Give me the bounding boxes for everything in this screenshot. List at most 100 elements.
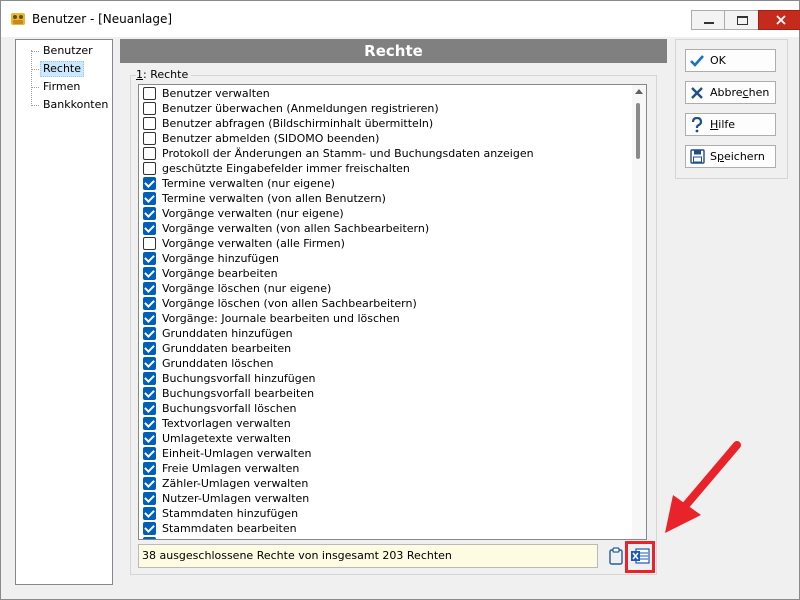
checkbox-checked[interactable] [143,402,156,415]
rights-checklist[interactable]: Benutzer verwalten Benutzer überwachen (A… [138,84,647,540]
tree-connector [31,51,39,52]
right-row[interactable]: Textvorlagen verwalten [139,416,633,431]
checkbox-checked[interactable] [143,192,156,205]
cancel-label-part: hen [748,86,770,99]
checkbox-checked[interactable] [143,492,156,505]
maximize-button[interactable] [724,10,760,30]
right-label: Einheit-Umlagen verwalten [162,447,312,460]
checkbox-checked[interactable] [143,357,156,370]
ok-button[interactable]: OK [685,49,776,72]
right-row[interactable]: Buchungsvorfall bearbeiten [139,386,633,401]
right-label: Vorgänge löschen (nur eigene) [162,282,332,295]
dialog-window: Benutzer - [Neuanlage] Benutzer Rechte F… [0,0,800,600]
right-label: Umlagetexte verwalten [162,432,291,445]
scroll-thumb[interactable] [636,103,640,159]
right-row[interactable]: Freie Umlagen verwalten [139,461,633,476]
checkbox-unchecked[interactable] [143,237,156,250]
right-label: Vorgänge verwalten (nur eigene) [162,207,344,220]
checkbox-checked[interactable] [143,432,156,445]
group-label-text: : Rechte [143,68,189,81]
right-label: Vorgänge hinzufügen [162,252,279,265]
right-row[interactable]: Nutzer-Umlagen verwalten [139,491,633,506]
right-label: Freie Umlagen verwalten [162,462,300,475]
checkbox-checked[interactable] [143,477,156,490]
right-row[interactable]: Stammdaten hinzufügen [139,506,633,521]
right-row[interactable]: Einheit-Umlagen verwalten [139,446,633,461]
right-label: Benutzer überwachen (Anmeldungen registr… [162,102,439,115]
right-row[interactable]: Termine verwalten (nur eigene) [139,176,633,191]
right-row[interactable]: Grunddaten hinzufügen [139,326,633,341]
right-row[interactable]: Buchungsvorfall hinzufügen [139,371,633,386]
right-label: Benutzer abmelden (SIDOMO beenden) [162,132,380,145]
close-button[interactable] [758,10,800,30]
checkbox-checked[interactable] [143,297,156,310]
right-row[interactable]: Vorgänge: Journale bearbeiten und lösche… [139,311,633,326]
checkbox-checked[interactable] [143,522,156,535]
checkbox-unchecked[interactable] [143,87,156,100]
save-button[interactable]: Speichern [685,145,776,168]
right-row[interactable]: Benutzer verwalten [139,86,633,101]
window-title: Benutzer - [Neuanlage] [32,12,173,26]
checkbox-checked[interactable] [143,252,156,265]
checkbox-unchecked[interactable] [143,102,156,115]
scroll-up-arrow-icon[interactable] [635,89,643,94]
right-row[interactable]: Stammdaten bearbeiten [139,521,633,536]
tree-item-bankkonten[interactable]: Bankkonten [41,97,110,113]
right-row[interactable]: Buchungsvorfall löschen [139,401,633,416]
right-row[interactable]: Benutzer abmelden (SIDOMO beenden) [139,131,633,146]
right-row[interactable]: Vorgänge hinzufügen [139,251,633,266]
right-row[interactable]: Umlagetexte verwalten [139,431,633,446]
checkbox-unchecked[interactable] [143,147,156,160]
rights-group-label: 1: Rechte [136,68,192,81]
right-row[interactable]: Grunddaten löschen [139,356,633,371]
help-button[interactable]: Hilfe [685,113,776,136]
right-row[interactable]: Stammdaten löschen (nur nicht gebuchte D… [139,536,633,539]
right-row[interactable]: Vorgänge verwalten (von allen Sachbearbe… [139,221,633,236]
checkbox-checked[interactable] [143,462,156,475]
checkbox-checked[interactable] [143,387,156,400]
question-mark-icon [688,116,706,134]
vertical-scrollbar[interactable] [632,85,646,539]
checkbox-checked[interactable] [143,447,156,460]
right-label: Grunddaten löschen [162,357,274,370]
checkbox-checked[interactable] [143,507,156,520]
tree-item-rechte[interactable]: Rechte [40,61,85,77]
right-label: Termine verwalten (nur eigene) [162,177,335,190]
checkbox-checked[interactable] [143,372,156,385]
right-row[interactable]: Vorgänge verwalten (nur eigene) [139,206,633,221]
right-row[interactable]: Vorgänge verwalten (alle Firmen) [139,236,633,251]
right-row[interactable]: Grunddaten bearbeiten [139,341,633,356]
checkbox-checked[interactable] [143,312,156,325]
cancel-button-label: Abbrechen [710,86,769,99]
checkbox-checked[interactable] [143,222,156,235]
checkbox-unchecked[interactable] [143,162,156,175]
checkbox-checked[interactable] [143,282,156,295]
right-row[interactable]: Vorgänge löschen (nur eigene) [139,281,633,296]
checkbox-checked[interactable] [143,327,156,340]
cancel-button[interactable]: Abbrechen [685,81,776,104]
checkbox-checked[interactable] [143,417,156,430]
tree-item-benutzer[interactable]: Benutzer [41,43,95,59]
right-row[interactable]: Benutzer abfragen (Bildschirminhalt über… [139,116,633,131]
checkbox-checked[interactable] [143,177,156,190]
right-label: Vorgänge verwalten (von allen Sachbearbe… [162,222,430,235]
title-bar: Benutzer - [Neuanlage] [1,1,800,37]
right-row[interactable]: geschützte Eingabefelder immer freischal… [139,161,633,176]
right-row[interactable]: Vorgänge löschen (von allen Sachbearbeit… [139,296,633,311]
checkbox-checked[interactable] [143,207,156,220]
checkbox-checked[interactable] [143,267,156,280]
right-row[interactable]: Protokoll der Änderungen an Stamm- und B… [139,146,633,161]
minimize-button[interactable] [691,10,727,30]
checkbox-unchecked[interactable] [143,117,156,130]
tree-item-firmen[interactable]: Firmen [41,79,82,95]
right-row[interactable]: Benutzer überwachen (Anmeldungen registr… [139,101,633,116]
checkbox-checked[interactable] [143,342,156,355]
checkmark-icon [688,52,706,70]
right-row[interactable]: Termine verwalten (von allen Benutzern) [139,191,633,206]
right-label: Vorgänge löschen (von allen Sachbearbeit… [162,297,417,310]
right-row[interactable]: Vorgänge bearbeiten [139,266,633,281]
right-row[interactable]: Zähler-Umlagen verwalten [139,476,633,491]
annotation-arrow-icon [665,441,741,533]
checkbox-unchecked[interactable] [143,132,156,145]
checkbox-checked[interactable] [143,537,156,539]
